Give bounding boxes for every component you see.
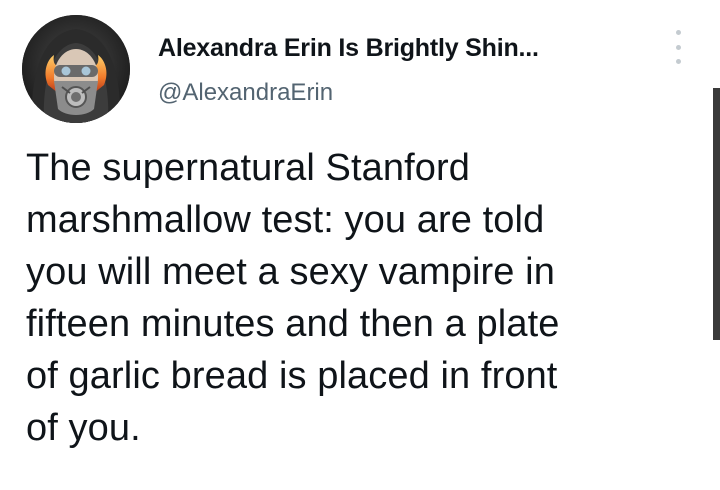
vertical-ellipsis-icon: [675, 59, 681, 64]
scrollbar[interactable]: [713, 88, 720, 340]
more-options-button[interactable]: [667, 30, 689, 64]
vertical-ellipsis-icon: [675, 30, 681, 35]
author-display-name[interactable]: Alexandra Erin Is Brightly Shin...: [158, 34, 539, 63]
avatar[interactable]: [22, 15, 130, 123]
tweet-text: The supernatural Stanford marshmallow te…: [26, 147, 560, 449]
hooded-masked-figure-icon: [22, 15, 130, 123]
author-handle[interactable]: @AlexandraErin: [158, 79, 333, 107]
vertical-ellipsis-icon: [675, 44, 681, 50]
tweet-card: Alexandra Erin Is Brightly Shin... @Alex…: [0, 0, 720, 490]
